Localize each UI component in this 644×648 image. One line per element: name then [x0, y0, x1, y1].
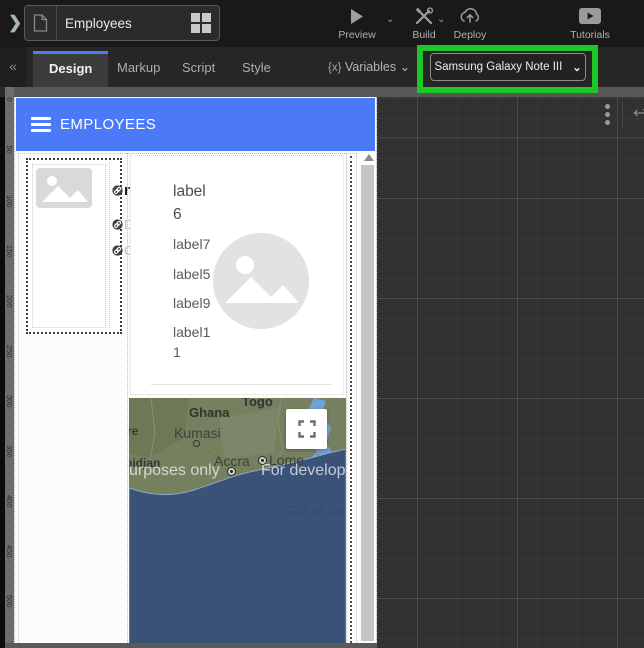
- top-toolbar: ❯ Employees Preview ⌄ Build ⌄: [0, 0, 644, 47]
- map-country-label: Ghana: [189, 405, 229, 420]
- vertical-scrollbar[interactable]: [361, 165, 374, 641]
- map-watermark: urposes only: [129, 462, 220, 480]
- image-placeholder-icon: [36, 168, 92, 208]
- map-country-label: Togo: [242, 398, 273, 409]
- vertical-ruler: 0 50 100 150 200 250 300 350 400 450 500: [5, 87, 14, 648]
- employee-detail-card[interactable]: label 6 label7 label5 label9 label1 1: [130, 155, 344, 395]
- selection-right-edge: [350, 156, 352, 647]
- card-divider: [151, 384, 331, 385]
- detail-label[interactable]: label7: [173, 234, 210, 254]
- tutorials-button[interactable]: Tutorials: [566, 5, 614, 41]
- app-header[interactable]: EMPLOYEES: [16, 98, 375, 151]
- detail-label[interactable]: label9: [173, 293, 210, 313]
- tab-script[interactable]: Script: [166, 51, 231, 87]
- deploy-cloud-icon: [448, 5, 492, 27]
- binding-link-icon: [112, 245, 123, 256]
- preview-caret-icon[interactable]: ⌄: [386, 14, 394, 25]
- detail-label[interactable]: label5: [173, 264, 210, 284]
- variables-dropdown[interactable]: {x} Variables ⌄: [328, 59, 410, 74]
- page-selector[interactable]: Employees: [24, 5, 220, 41]
- map-marker: [193, 440, 200, 447]
- chevron-down-icon: ⌄: [572, 61, 581, 74]
- binding-link-icon: [112, 185, 123, 196]
- pages-grid-icon[interactable]: [191, 13, 211, 33]
- google-map[interactable]: Togo Ghana Kumasi Accra Lome re bidjan u…: [129, 398, 346, 648]
- map-marker: [227, 467, 236, 476]
- map-marker: [258, 456, 267, 465]
- map-watermark: For develop: [261, 462, 346, 480]
- horizontal-ruler: [5, 87, 644, 97]
- tutorials-video-icon: [566, 5, 614, 27]
- avatar-placeholder-icon: [213, 233, 309, 329]
- more-options-icon[interactable]: [601, 101, 613, 131]
- binding-link-icon: [112, 219, 123, 230]
- collapse-left-icon[interactable]: «: [0, 47, 26, 87]
- employee-list-item[interactable]: n D C: [26, 158, 122, 334]
- app-header-title: EMPLOYEES: [60, 116, 156, 133]
- map-city-label: Kumasi: [174, 425, 221, 441]
- map-water-label: Gulf of Gui: [286, 503, 346, 518]
- column-divider: [109, 162, 110, 330]
- detail-label[interactable]: label1 1: [173, 322, 210, 363]
- scroll-up-icon[interactable]: [364, 154, 374, 161]
- page-title: Employees: [57, 16, 191, 31]
- tab-style[interactable]: Style: [226, 51, 287, 87]
- list-item-image-container[interactable]: [32, 164, 106, 328]
- phone-design-canvas[interactable]: EMPLOYEES n: [14, 96, 377, 648]
- canvas-grid-background: [377, 87, 644, 648]
- tab-design[interactable]: Design: [33, 51, 108, 87]
- expand-panel-icon[interactable]: ❯: [8, 13, 22, 33]
- device-selector[interactable]: Samsung Galaxy Note III ⌄: [430, 53, 586, 81]
- toolbar-divider: [622, 102, 623, 128]
- build-caret-icon[interactable]: ⌄: [437, 14, 445, 25]
- deploy-button[interactable]: Deploy: [448, 5, 492, 41]
- map-fullscreen-button[interactable]: [286, 409, 327, 449]
- variables-icon: {x}: [328, 62, 341, 74]
- play-icon: [334, 5, 380, 27]
- undo-arrow-icon[interactable]: ↩: [633, 103, 644, 123]
- menu-icon[interactable]: [31, 117, 51, 132]
- fullscreen-icon: [298, 420, 316, 438]
- map-edge-label: re: [129, 424, 138, 438]
- page-file-icon: [25, 6, 57, 40]
- preview-button[interactable]: Preview: [334, 5, 380, 41]
- bottom-scrollbar-strip[interactable]: [5, 643, 377, 648]
- detail-label[interactable]: label 6: [173, 180, 206, 227]
